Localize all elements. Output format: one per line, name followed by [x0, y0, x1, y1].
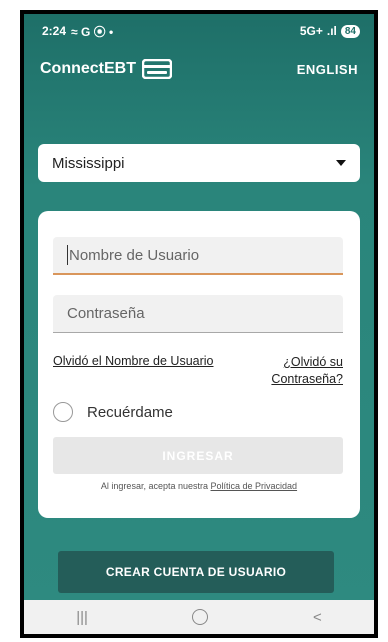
- username-placeholder: Nombre de Usuario: [69, 246, 200, 264]
- remember-me[interactable]: Recuérdame: [53, 402, 173, 422]
- language-button[interactable]: ENGLISH: [297, 62, 358, 77]
- privacy-prefix: Al ingresar, acepta nuestra: [100, 481, 208, 491]
- status-time: 2:24: [42, 24, 67, 38]
- network-label: 5G+: [299, 24, 323, 38]
- forgot-password-line1[interactable]: ¿Olvidó su: [283, 355, 343, 369]
- status-indicators: ≈ G ⦿ •: [71, 24, 114, 39]
- recents-icon[interactable]: |||: [76, 609, 88, 626]
- state-select-value: Mississippi: [52, 154, 125, 172]
- password-placeholder: Contraseña: [67, 305, 145, 322]
- phone-screen: 2:24 ≈ G ⦿ • 5G+ .ıl 84 ConnectEBT ENGLI…: [20, 10, 378, 638]
- remember-me-radio[interactable]: [53, 402, 73, 422]
- signal-icon: .ıl: [326, 24, 337, 38]
- system-nav-bar: ||| <: [24, 600, 374, 634]
- create-account-button[interactable]: CREAR CUENTA DE USUARIO: [58, 551, 334, 593]
- brand-name: ConnectEBT: [40, 60, 136, 77]
- battery-icon: 84: [340, 24, 360, 38]
- home-icon[interactable]: [192, 609, 209, 625]
- brand-logo: ConnectEBT: [40, 59, 172, 79]
- login-button[interactable]: INGRESAR: [53, 437, 343, 474]
- chevron-down-icon: [336, 160, 346, 166]
- recovery-links: Olvidó el Nombre de Usuario ¿Olvidó su C…: [53, 354, 343, 388]
- state-select[interactable]: Mississippi: [38, 144, 360, 182]
- privacy-notice: Al ingresar, acepta nuestra Política de …: [38, 481, 360, 491]
- privacy-policy-link[interactable]: Política de Privacidad: [211, 481, 298, 491]
- app-header: ConnectEBT ENGLISH: [24, 54, 374, 84]
- text-cursor: [67, 245, 68, 265]
- username-field[interactable]: Nombre de Usuario: [53, 237, 343, 275]
- forgot-username-link[interactable]: Olvidó el Nombre de Usuario: [53, 354, 214, 388]
- back-icon[interactable]: <: [313, 609, 322, 626]
- card-icon: [142, 59, 172, 79]
- status-bar: 2:24 ≈ G ⦿ • 5G+ .ıl 84: [24, 14, 374, 48]
- forgot-password-link[interactable]: ¿Olvidó su Contraseña?: [271, 354, 343, 388]
- forgot-password-line2[interactable]: Contraseña?: [271, 372, 343, 386]
- login-card: Nombre de Usuario Contraseña Olvidó el N…: [38, 211, 360, 518]
- remember-me-label: Recuérdame: [87, 403, 173, 421]
- password-field[interactable]: Contraseña: [53, 295, 343, 333]
